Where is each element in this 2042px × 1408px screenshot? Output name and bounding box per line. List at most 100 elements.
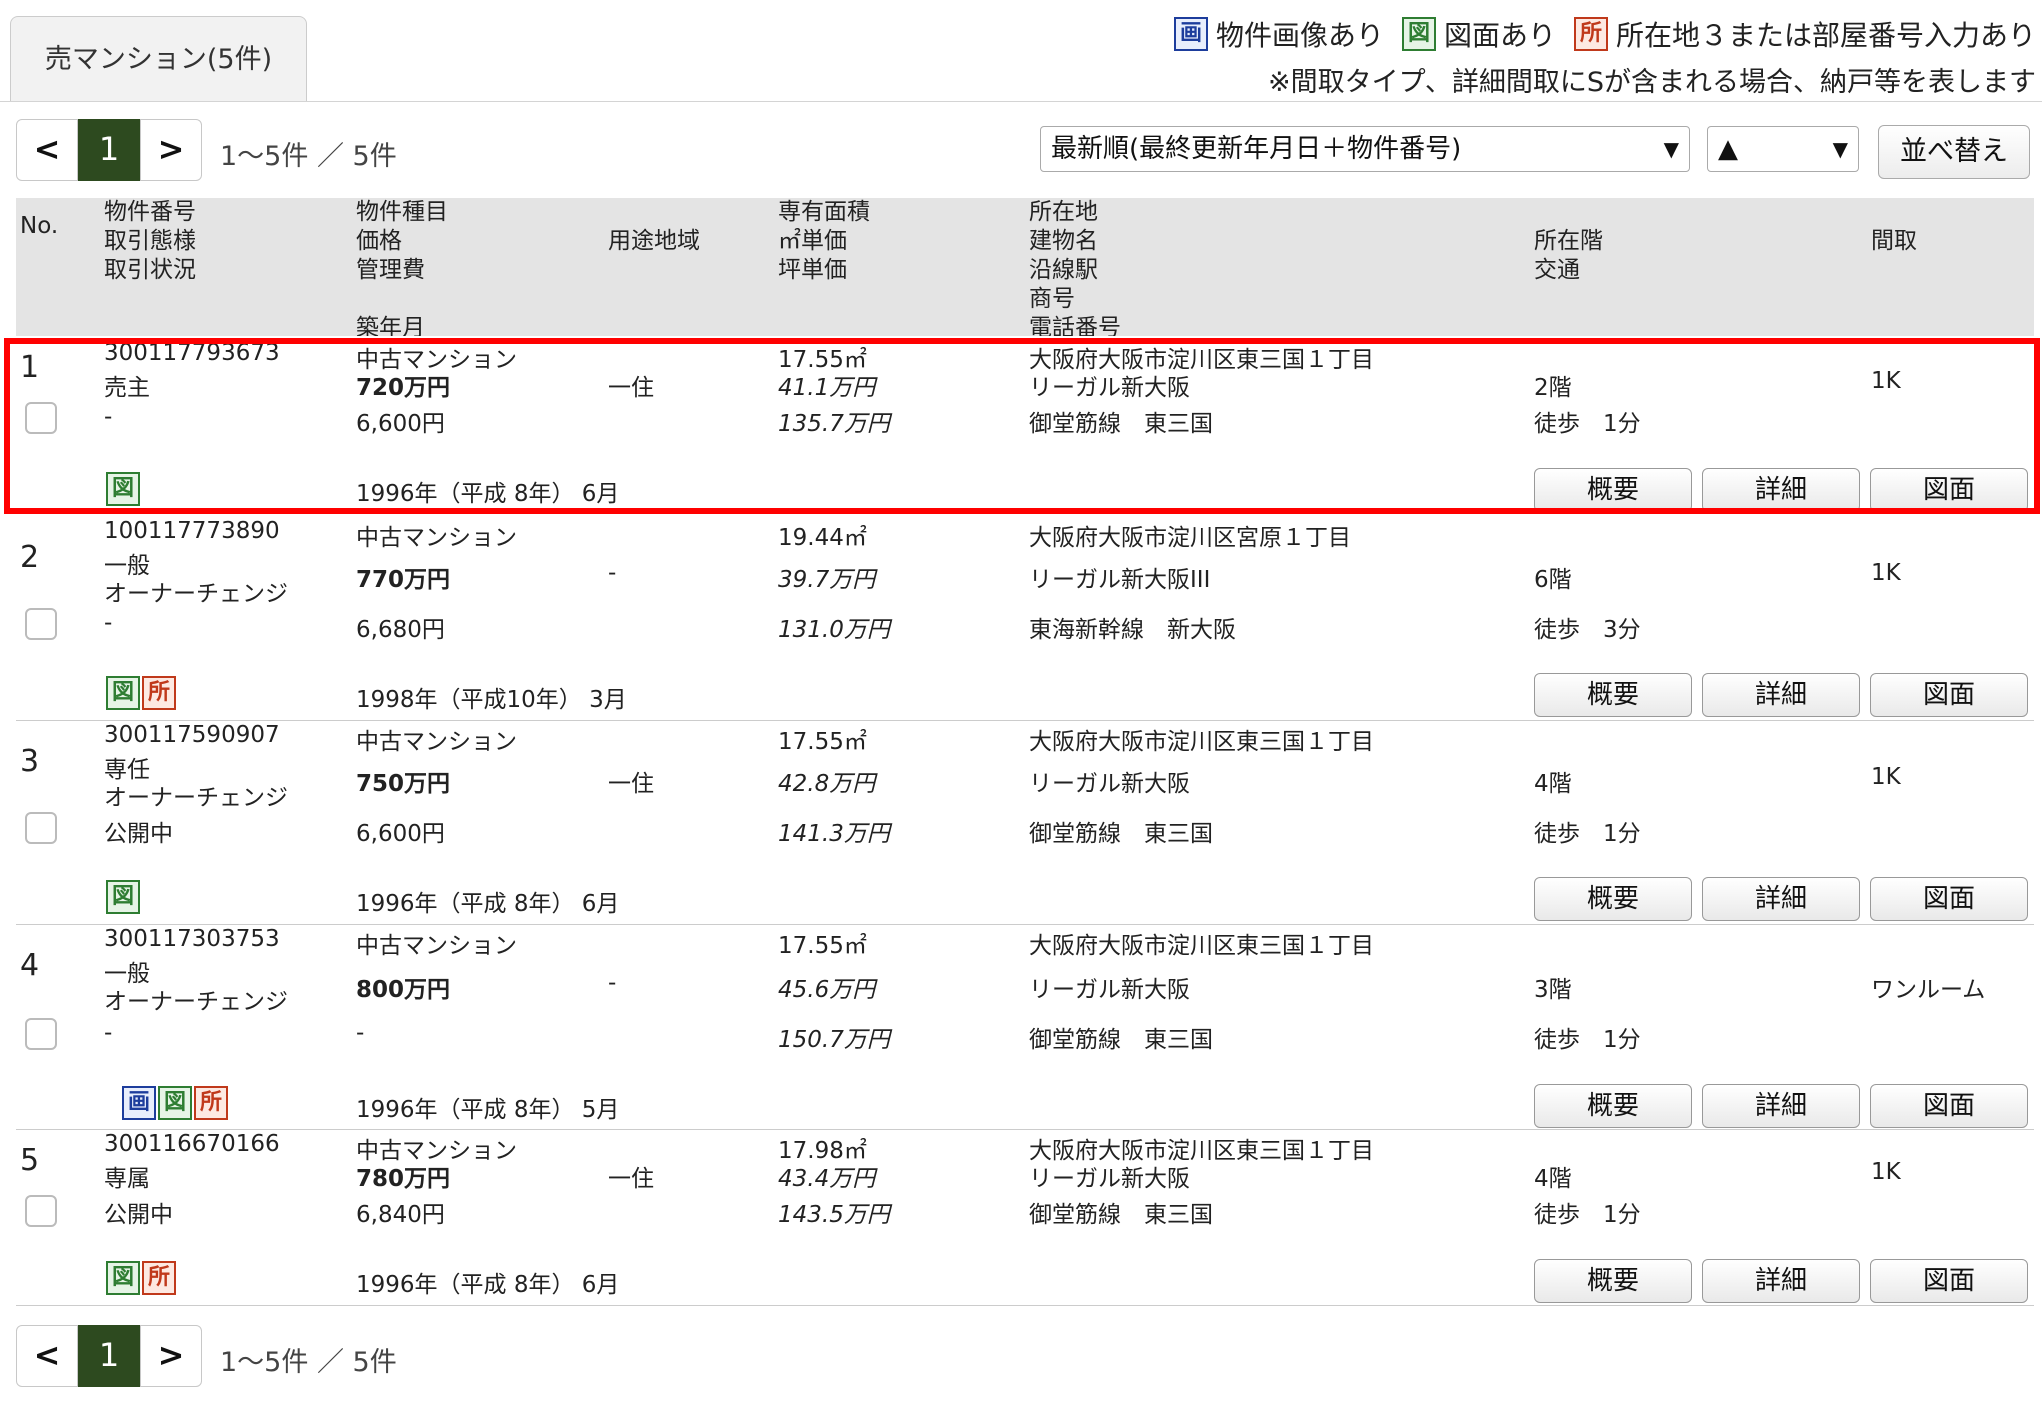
floor-level: 4階: [1534, 771, 1572, 797]
sort-button[interactable]: 並べ替え: [1878, 125, 2030, 179]
tab-sale-mansion[interactable]: 売マンション(5件): [10, 16, 307, 101]
building-name: リーガル新大阪: [1029, 977, 1190, 1003]
property-id: 300116670166: [104, 1131, 280, 1157]
legend-image-label: 物件画像あり: [1215, 19, 1384, 52]
room-layout: 1K: [1871, 560, 1901, 586]
overview-button[interactable]: 概要: [1534, 877, 1692, 921]
station: 御堂筋線 東三国: [1029, 821, 1213, 847]
deal-status: 公開中: [104, 1202, 173, 1228]
management-fee: -: [356, 1020, 365, 1046]
publication-status: 公開中: [104, 821, 173, 847]
row-checkbox[interactable]: [25, 608, 57, 640]
plan-button[interactable]: 図面: [1870, 1084, 2028, 1128]
zoning: 一住: [608, 1166, 654, 1192]
selection-highlight: [4, 338, 2040, 514]
next-page-button[interactable]: >: [140, 119, 202, 181]
access: 徒歩 1分: [1534, 1202, 1641, 1228]
room-layout: ワンルーム: [1871, 977, 1986, 1003]
header-id: 物件番号 取引態様 取引状況: [104, 199, 196, 283]
table-row: 4 300117303753 一般 オーナーチェンジ - 画 図 所 中古マンシ…: [16, 926, 2034, 1130]
row-number: 3: [20, 744, 40, 779]
price-per-sqm: 39.7万円: [778, 567, 876, 593]
overview-button[interactable]: 概要: [1534, 1084, 1692, 1128]
sort-direction-value: ▲: [1718, 134, 1738, 164]
station: 御堂筋線 東三国: [1029, 1202, 1213, 1228]
current-page-button[interactable]: 1: [78, 1325, 140, 1387]
row-number: 2: [20, 540, 40, 575]
location-badge-icon: 所: [142, 1261, 176, 1295]
building-name: リーガル新大阪: [1029, 1166, 1190, 1192]
built-date: 1996年（平成 8年） 6月: [356, 891, 620, 917]
address: 大阪府大阪市淀川区東三国１丁目: [1029, 729, 1374, 755]
overview-button[interactable]: 概要: [1534, 673, 1692, 717]
prev-page-button[interactable]: <: [16, 1325, 78, 1387]
price-per-tsubo: 131.0万円: [778, 617, 890, 643]
sort-field-select[interactable]: 最新順(最終更新年月日＋物件番号) ▼: [1040, 126, 1690, 172]
publication-status: -: [104, 610, 113, 636]
row-badges: 画 図 所: [122, 1086, 228, 1120]
row-checkbox[interactable]: [25, 812, 57, 844]
sort-direction-select[interactable]: ▲ ▼: [1707, 126, 1859, 172]
legend: 画 物件画像あり 図 図面あり 所 所在地３または部屋番号入力あり: [1173, 14, 2036, 54]
price: 770万円: [356, 567, 451, 593]
management-fee: 6,600円: [356, 821, 445, 847]
detail-button[interactable]: 詳細: [1702, 1259, 1860, 1303]
price-per-tsubo: 141.3万円: [778, 821, 890, 847]
plan-button[interactable]: 図面: [1870, 1259, 2028, 1303]
plan-badge-icon: 図: [106, 880, 140, 914]
property-id: 300117590907: [104, 722, 280, 748]
building-name: リーガル新大阪: [1029, 771, 1190, 797]
property-type: 中古マンション: [356, 729, 517, 755]
plan-button[interactable]: 図面: [1870, 673, 2028, 717]
detail-button[interactable]: 詳細: [1702, 673, 1860, 717]
header-zone: 用途地域: [608, 228, 700, 254]
built-date: 1996年（平成 8年） 5月: [356, 1097, 620, 1123]
plan-button[interactable]: 図面: [1870, 877, 2028, 921]
chevron-down-icon: ▼: [1832, 137, 1848, 161]
deal-type: 専属: [104, 1166, 150, 1192]
next-page-button[interactable]: >: [140, 1325, 202, 1387]
header-area: 専有面積 ㎡単価 坪単価: [778, 199, 870, 283]
table-row: 2 100117773890 一般 オーナーチェンジ - 図 所 中古マンション…: [16, 518, 2034, 721]
location-badge-icon: 所: [142, 676, 176, 710]
detail-button[interactable]: 詳細: [1702, 877, 1860, 921]
row-badges: 図: [106, 880, 140, 914]
overview-button[interactable]: 概要: [1534, 1259, 1692, 1303]
detail-button[interactable]: 詳細: [1702, 1084, 1860, 1128]
property-id: 300117303753: [104, 926, 280, 952]
table-header: No. 物件番号 取引態様 取引状況 物件種目 価格 管理費 築年月 用途地域 …: [16, 198, 2034, 336]
header-no: No.: [20, 213, 59, 239]
row-checkbox[interactable]: [25, 1018, 57, 1050]
plan-badge-icon: 図: [106, 1261, 140, 1295]
floor-level: 6階: [1534, 567, 1572, 593]
pager-bottom: < 1 >: [16, 1325, 202, 1387]
management-fee: 6,840円: [356, 1202, 445, 1228]
plan-badge-icon: 図: [106, 676, 140, 710]
prev-page-button[interactable]: <: [16, 119, 78, 181]
chevron-down-icon: ▼: [1663, 137, 1679, 161]
deal-status: オーナーチェンジ: [104, 581, 288, 607]
price-per-sqm: 45.6万円: [778, 977, 876, 1003]
zoning: -: [608, 560, 617, 586]
deal-status: オーナーチェンジ: [104, 785, 288, 811]
header-layout: 間取: [1871, 228, 1917, 254]
row-badges: 図 所: [106, 676, 176, 710]
current-page-button[interactable]: 1: [78, 119, 140, 181]
result-count: 1〜5件 ／ 5件: [220, 141, 397, 172]
table-row: 3 300117590907 専任 オーナーチェンジ 公開中 図 中古マンション…: [16, 722, 2034, 925]
publication-status: -: [104, 1020, 113, 1046]
property-type: 中古マンション: [356, 933, 517, 959]
price-per-tsubo: 150.7万円: [778, 1027, 890, 1053]
price-per-sqm: 42.8万円: [778, 771, 876, 797]
floor-area: 17.55㎡: [778, 933, 867, 959]
legend-plan-label: 図面あり: [1443, 19, 1556, 52]
station: 東海新幹線 新大阪: [1029, 617, 1236, 643]
price-per-tsubo: 143.5万円: [778, 1202, 890, 1228]
result-count: 1〜5件 ／ 5件: [220, 1347, 397, 1378]
floor-area: 17.55㎡: [778, 729, 867, 755]
floor-level: 4階: [1534, 1166, 1572, 1192]
row-checkbox[interactable]: [25, 1195, 57, 1227]
header-address: 所在地 建物名 沿線駅 商号 電話番号: [1029, 199, 1121, 336]
room-layout: 1K: [1871, 764, 1901, 790]
station: 御堂筋線 東三国: [1029, 1027, 1213, 1053]
